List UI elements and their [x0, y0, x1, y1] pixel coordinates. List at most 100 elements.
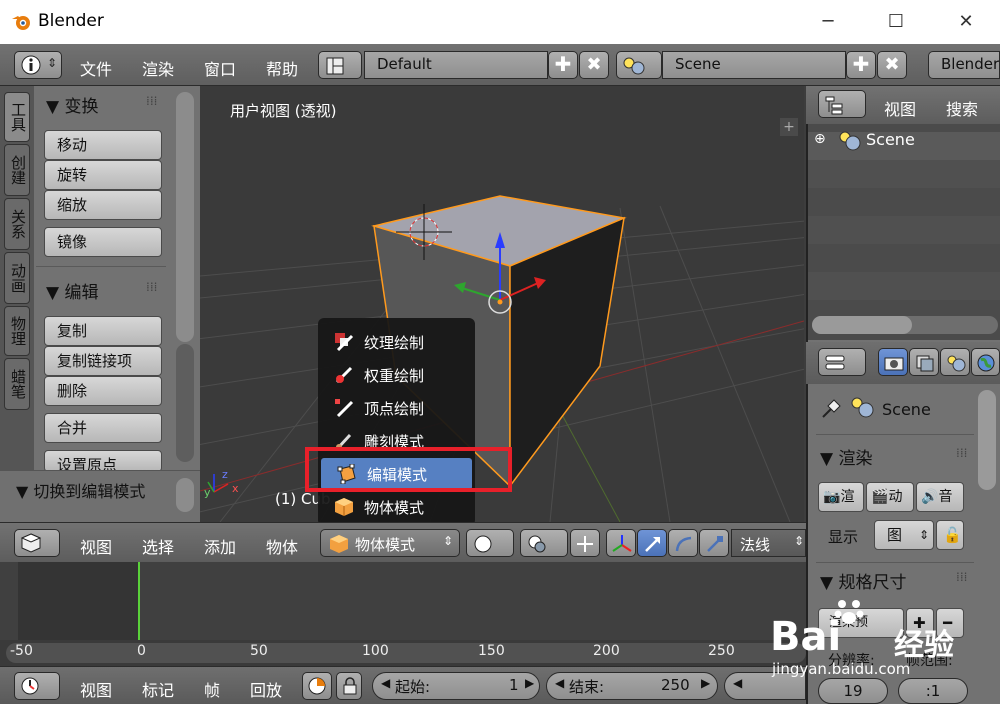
scene-name-field[interactable]: Scene [662, 51, 846, 79]
translate-manipulator-toggle[interactable] [637, 529, 667, 557]
menu-render[interactable]: 渲染 [142, 56, 174, 80]
editor-type-button[interactable] [818, 90, 866, 118]
editor-type-button[interactable] [14, 529, 60, 557]
menu-add[interactable]: 添加 [204, 534, 236, 558]
outliner-item-scene[interactable]: ⊕ Scene [808, 128, 1000, 154]
render-audio-button[interactable]: 🔊音 [916, 482, 964, 512]
render-panel-header[interactable]: ▼ 渲染 [820, 444, 872, 469]
tab-tools[interactable]: 工具 [4, 92, 30, 142]
scene-tab[interactable] [940, 348, 970, 376]
render-image-button[interactable]: 📷渲 [818, 482, 864, 512]
menu-view[interactable]: 视图 [80, 534, 112, 558]
delete-button[interactable]: 删除 [44, 376, 162, 406]
drag-handle-icon[interactable]: ⁞⁞⁞ [146, 94, 157, 108]
duplicate-linked-button[interactable]: 复制链接项 [44, 346, 162, 376]
transform-section-header[interactable]: ▼ 变换 [46, 92, 98, 117]
delete-layout-button[interactable]: ✖ [579, 51, 609, 79]
render-animation-button[interactable]: 🎬动 [866, 482, 914, 512]
display-dropdown[interactable]: 图 ⇕ [874, 520, 934, 550]
decrement-arrow-icon[interactable]: ◀ [555, 676, 564, 690]
layout-name-field[interactable]: Default [364, 51, 548, 79]
drag-handle-icon[interactable]: ⁞⁞⁞ [146, 280, 157, 294]
menu-marker[interactable]: 标记 [142, 677, 174, 701]
world-tab[interactable] [971, 348, 1000, 376]
maximize-button[interactable]: ☐ [876, 8, 916, 36]
decrement-arrow-icon[interactable]: ◀ [381, 676, 390, 690]
scale-button[interactable]: 缩放 [44, 190, 162, 220]
menu-file[interactable]: 文件 [80, 56, 112, 80]
rotate-manipulator-toggle[interactable] [668, 529, 698, 557]
render-tab[interactable] [878, 348, 908, 376]
pivot-center-toggle[interactable] [570, 529, 600, 557]
menu-select[interactable]: 选择 [142, 534, 174, 558]
increment-arrow-icon[interactable]: ▶ [701, 676, 710, 690]
editor-type-button[interactable]: ⇕ [14, 51, 62, 79]
menu-view[interactable]: 视图 [884, 96, 916, 120]
set-origin-dropdown[interactable]: 设置原点 [44, 450, 162, 472]
edit-section-header[interactable]: ▼ 编辑 [46, 278, 98, 303]
timeline-area[interactable] [0, 562, 806, 642]
operator-scrollbar[interactable] [176, 478, 194, 512]
add-scene-button[interactable]: ✚ [846, 51, 876, 79]
timeline-scrollbar[interactable] [6, 643, 806, 663]
tab-animation[interactable]: 动画 [4, 252, 30, 304]
lock-time-toggle[interactable] [336, 672, 362, 700]
menu-item-vertex-paint[interactable]: 顶点绘制 [318, 392, 475, 424]
drag-handle-icon[interactable]: ⁞⁞⁞ [956, 570, 967, 584]
menu-frame[interactable]: 帧 [204, 677, 220, 701]
properties-scrollbar[interactable] [978, 390, 996, 490]
close-window-button[interactable]: ✕ [946, 8, 986, 36]
minimize-button[interactable]: ─ [808, 8, 848, 36]
menu-item-texture-paint[interactable]: 纹理绘制 [318, 326, 475, 358]
lock-interface-toggle[interactable]: 🔓 [936, 520, 964, 550]
pin-icon[interactable] [820, 398, 842, 420]
mirror-button[interactable]: 镜像 [44, 227, 162, 257]
operator-panel-header[interactable]: ▼ 切换到编辑模式 [16, 478, 145, 502]
preview-range-toggle[interactable] [302, 672, 332, 700]
mode-selector-dropdown[interactable]: 物体模式 ⇕ [320, 529, 460, 557]
delete-scene-button[interactable]: ✖ [877, 51, 907, 79]
rotate-button[interactable]: 旋转 [44, 160, 162, 190]
end-frame-field[interactable]: ◀ 结束: 250 ▶ [546, 672, 718, 700]
tool-shelf-scrollbar[interactable] [176, 92, 194, 342]
join-button[interactable]: 合并 [44, 413, 162, 443]
duplicate-button[interactable]: 复制 [44, 316, 162, 346]
scene-selector-button[interactable] [616, 51, 662, 79]
layout-selector-button[interactable] [318, 51, 362, 79]
editor-type-button[interactable] [14, 672, 60, 700]
editor-type-button[interactable] [818, 348, 866, 376]
add-layout-button[interactable]: ✚ [548, 51, 578, 79]
outliner[interactable] [806, 86, 1000, 340]
scrollbar-thumb[interactable] [812, 316, 912, 334]
tab-grease-pencil[interactable]: 蜡笔 [4, 358, 30, 410]
tab-create[interactable]: 创建 [4, 144, 30, 196]
outliner-scrollbar[interactable] [812, 316, 998, 334]
timeline-ruler[interactable]: -50 0 50 100 150 200 250 [0, 640, 806, 666]
resolution-x-field[interactable]: 19 [818, 678, 888, 704]
render-engine-select[interactable]: Blender [928, 51, 1000, 79]
frame-start-field[interactable]: :1 [898, 678, 968, 704]
menu-item-weight-paint[interactable]: 权重绘制 [318, 359, 475, 391]
menu-view[interactable]: 视图 [80, 677, 112, 701]
menu-playback[interactable]: 回放 [250, 677, 282, 701]
render-layers-tab[interactable] [909, 348, 939, 376]
tab-relations[interactable]: 关系 [4, 198, 30, 250]
tab-physics[interactable]: 物理 [4, 306, 30, 356]
drag-handle-icon[interactable]: ⁞⁞⁞ [956, 446, 967, 460]
dimensions-panel-header[interactable]: ▼ 规格尺寸 [820, 568, 906, 593]
manipulator-toggle[interactable] [606, 529, 636, 557]
menu-item-object-mode[interactable]: 物体模式 [318, 491, 475, 523]
menu-object[interactable]: 物体 [266, 534, 298, 558]
expand-icon[interactable]: ⊕ [814, 131, 826, 147]
viewport-shading-dropdown[interactable] [466, 529, 514, 557]
current-frame-line[interactable] [138, 562, 140, 642]
decrement-arrow-icon[interactable]: ◀ [733, 676, 742, 690]
start-frame-field[interactable]: ◀ 起始: 1 ▶ [372, 672, 540, 700]
menu-help[interactable]: 帮助 [266, 56, 298, 80]
transform-orientation-dropdown[interactable]: 法线 ⇕ [731, 529, 806, 557]
menu-search[interactable]: 搜索 [946, 96, 978, 120]
properties-region-toggle-icon[interactable]: + [780, 118, 798, 136]
menu-window[interactable]: 窗口 [204, 56, 236, 80]
pivot-point-dropdown[interactable] [520, 529, 568, 557]
increment-arrow-icon[interactable]: ▶ [525, 676, 534, 690]
